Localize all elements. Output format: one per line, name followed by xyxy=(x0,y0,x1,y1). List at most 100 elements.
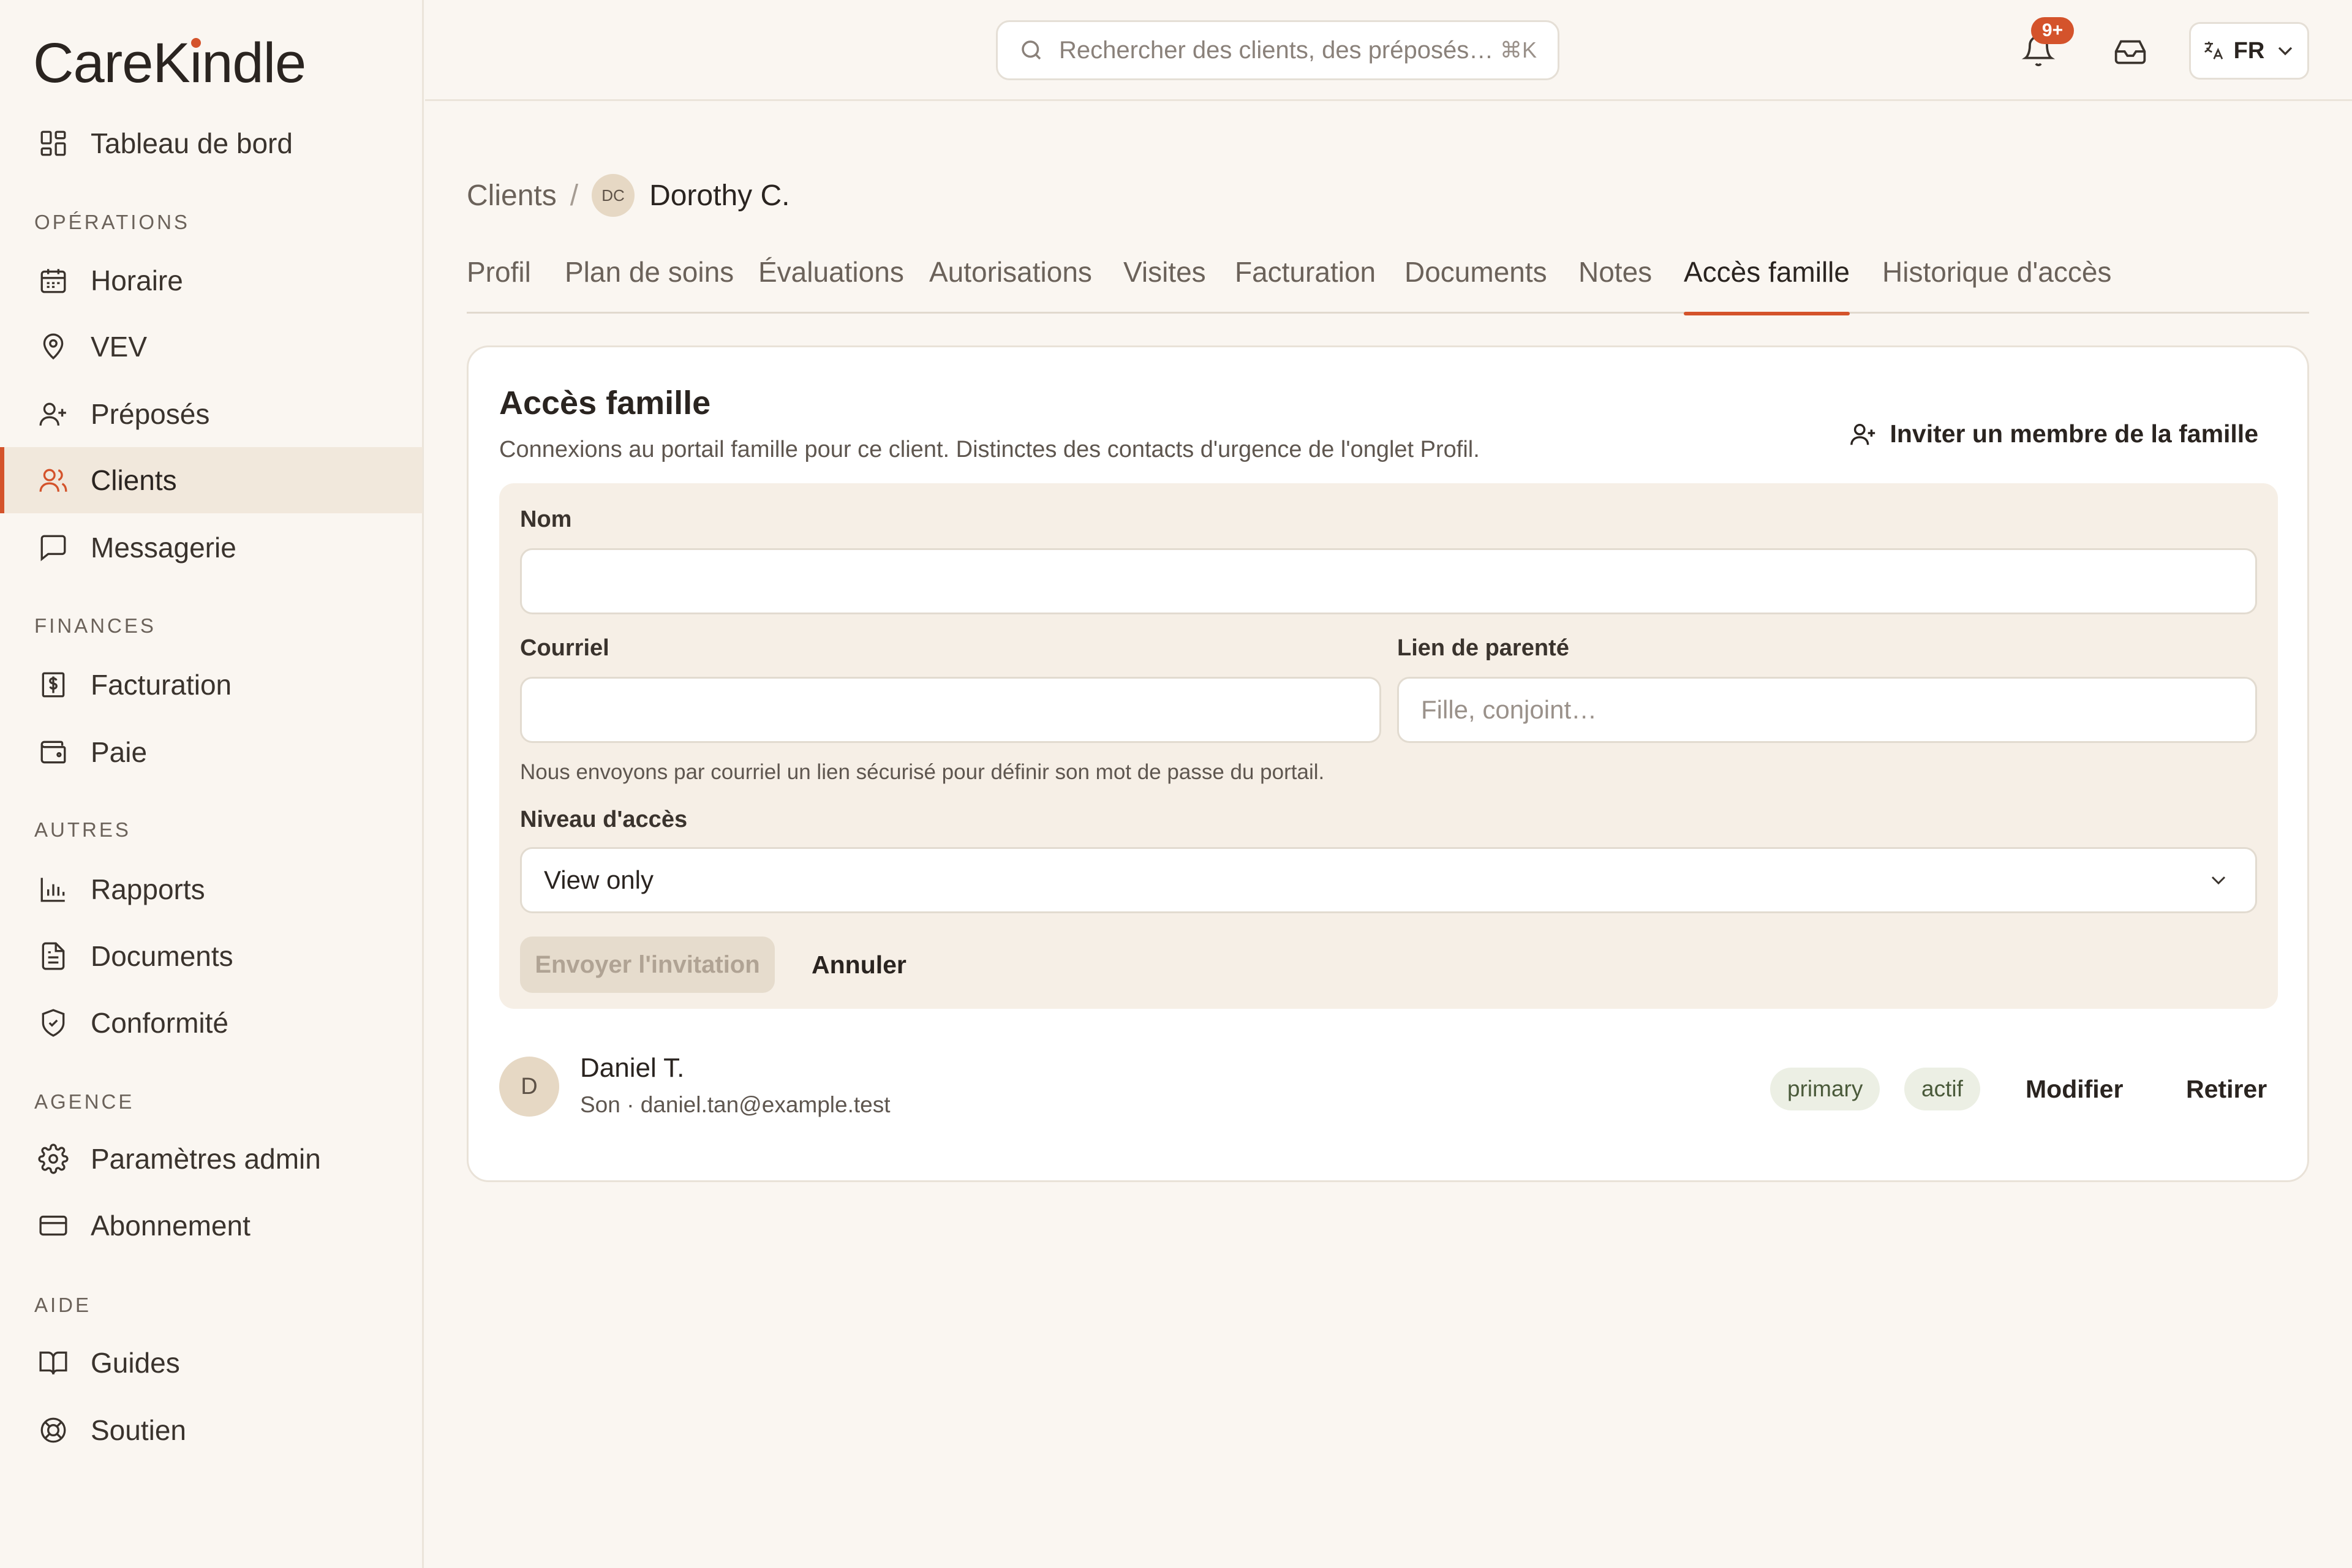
sidebar-item-clients[interactable]: Clients xyxy=(0,447,423,513)
sidebar-item-dashboard[interactable]: Tableau de bord xyxy=(0,110,423,176)
sidebar-item-label: Guides xyxy=(91,1347,180,1379)
tab-family-access[interactable]: Accès famille xyxy=(1684,247,1850,315)
inbox-icon[interactable] xyxy=(2113,34,2147,69)
tab-notes[interactable]: Notes xyxy=(1578,247,1652,314)
user-plus-icon xyxy=(1850,423,1875,445)
sidebar-item-reports[interactable]: Rapports xyxy=(0,856,423,922)
edit-member-button[interactable]: Modifier xyxy=(2026,1068,2123,1110)
tab-billing[interactable]: Facturation xyxy=(1235,247,1376,314)
sidebar-item-schedule[interactable]: Horaire xyxy=(0,247,423,314)
relationship-placeholder: Fille, conjoint… xyxy=(1421,695,1597,724)
tab-visits[interactable]: Visites xyxy=(1123,247,1206,314)
send-invitation-button[interactable]: Envoyer l'invitation xyxy=(520,937,775,993)
tab-documents[interactable]: Documents xyxy=(1404,247,1547,314)
tab-profile[interactable]: Profil xyxy=(467,247,531,314)
breadcrumb-clients-link[interactable]: Clients xyxy=(467,179,557,213)
search-icon xyxy=(1022,40,1041,60)
book-open-icon xyxy=(39,1351,67,1375)
invite-button-label: Inviter un membre de la famille xyxy=(1890,420,2258,448)
section-operations: OPÉRATIONS xyxy=(34,211,190,233)
sidebar-item-billing[interactable]: Facturation xyxy=(0,652,423,718)
sidebar-item-label: Horaire xyxy=(91,265,183,296)
dollar-receipt-icon xyxy=(42,672,65,698)
tab-access-history[interactable]: Historique d'accès xyxy=(1882,247,2111,314)
sidebar-item-guides[interactable]: Guides xyxy=(0,1330,423,1396)
shield-check-icon xyxy=(42,1009,65,1037)
member-meta: Son · daniel.tan@example.test xyxy=(580,1092,891,1117)
sidebar-item-label: Abonnement xyxy=(91,1210,251,1242)
relationship-field[interactable]: Fille, conjoint… xyxy=(1397,677,2257,743)
chevron-down-icon xyxy=(2278,47,2293,56)
sidebar-item-payroll[interactable]: Paie xyxy=(0,719,423,785)
access-level-value: View only xyxy=(544,865,654,894)
sidebar-item-label: Tableau de bord xyxy=(91,127,293,159)
bar-chart-icon xyxy=(40,878,65,902)
breadcrumb: Clients / DC Dorothy C. xyxy=(467,174,790,217)
sidebar-item-label: Clients xyxy=(91,464,177,496)
invite-family-member-button[interactable]: Inviter un membre de la famille xyxy=(1849,420,2258,448)
gear-icon xyxy=(38,1144,69,1174)
access-level-select[interactable]: View only xyxy=(520,847,2257,913)
client-tabs: Profil Plan de soins Évaluations Autoris… xyxy=(467,247,2309,315)
member-avatar: D xyxy=(499,1057,559,1117)
card-subtitle: Connexions au portail famille pour ce cl… xyxy=(499,437,1480,462)
sidebar-item-label: Préposés xyxy=(91,398,210,430)
status-badge: actif xyxy=(1904,1068,1980,1110)
sidebar: CareKi ndle Tableau de bord OPÉRATIONS Ho… xyxy=(0,0,424,1568)
translate-icon xyxy=(2204,42,2223,59)
relationship-label: Lien de parenté xyxy=(1397,635,1569,661)
breadcrumb-separator: / xyxy=(570,179,579,212)
language-label: FR xyxy=(2233,37,2265,64)
client-avatar: DC xyxy=(592,174,635,217)
email-label: Courriel xyxy=(520,635,609,661)
message-square-icon xyxy=(40,535,66,562)
sidebar-item-label: Documents xyxy=(91,940,233,972)
sidebar-item-label: Conformité xyxy=(91,1007,228,1039)
email-field[interactable] xyxy=(520,677,1381,743)
sidebar-item-caregivers[interactable]: Préposés xyxy=(0,381,423,447)
sidebar-item-documents[interactable]: Documents xyxy=(0,923,423,989)
file-text-icon xyxy=(42,942,65,970)
brand-i: i xyxy=(190,29,202,97)
sidebar-item-label: Paramètres admin xyxy=(91,1143,321,1175)
section-agency: AGENCE xyxy=(34,1090,135,1113)
calendar-icon xyxy=(40,269,66,293)
tab-assessments[interactable]: Évaluations xyxy=(758,247,904,314)
brand-text-end: ndle xyxy=(202,32,306,94)
sidebar-item-label: Soutien xyxy=(91,1414,187,1446)
name-label: Nom xyxy=(520,507,572,532)
life-buoy-icon xyxy=(40,1417,66,1443)
brand-logo[interactable]: CareKi ndle xyxy=(33,29,306,97)
search-shortcut: ⌘K xyxy=(1499,37,1537,62)
brand-text-start: CareK xyxy=(33,32,190,94)
sidebar-item-label: VEV xyxy=(91,331,148,363)
section-help: AIDE xyxy=(34,1294,92,1316)
sidebar-item-messaging[interactable]: Messagerie xyxy=(0,514,423,581)
family-access-card: Accès famille Connexions au portail fami… xyxy=(467,345,2309,1182)
name-field[interactable] xyxy=(520,548,2257,614)
search-input[interactable]: Rechercher des clients, des préposés… ⌘K xyxy=(996,20,1559,80)
sidebar-item-evv[interactable]: VEV xyxy=(0,314,423,380)
cancel-button[interactable]: Annuler xyxy=(812,937,907,993)
family-member-row: D Daniel T. Son · daniel.tan@example.tes… xyxy=(499,1049,2278,1129)
member-name: Daniel T. xyxy=(580,1053,685,1083)
client-name: Dorothy C. xyxy=(649,179,790,212)
sidebar-item-subscription[interactable]: Abonnement xyxy=(0,1193,423,1259)
remove-member-button[interactable]: Retirer xyxy=(2186,1068,2267,1110)
brand-dot xyxy=(190,38,201,48)
sidebar-item-label: Paie xyxy=(91,736,148,768)
user-plus-icon xyxy=(39,402,66,426)
map-pin-icon xyxy=(43,333,64,360)
role-badge: primary xyxy=(1770,1068,1880,1110)
users-icon xyxy=(39,469,67,492)
sidebar-item-support[interactable]: Soutien xyxy=(0,1397,423,1463)
search-placeholder: Rechercher des clients, des préposés… xyxy=(1059,36,1494,64)
sidebar-item-compliance[interactable]: Conformité xyxy=(0,990,423,1056)
sidebar-item-admin-settings[interactable]: Paramètres admin xyxy=(0,1126,423,1192)
card-title: Accès famille xyxy=(499,385,711,421)
language-selector[interactable]: FR xyxy=(2189,22,2309,80)
sidebar-item-label: Rapports xyxy=(91,873,205,905)
email-hint: Nous envoyons par courriel un lien sécur… xyxy=(520,760,1325,784)
tab-authorizations[interactable]: Autorisations xyxy=(929,247,1092,314)
tab-care-plan[interactable]: Plan de soins xyxy=(565,247,734,314)
